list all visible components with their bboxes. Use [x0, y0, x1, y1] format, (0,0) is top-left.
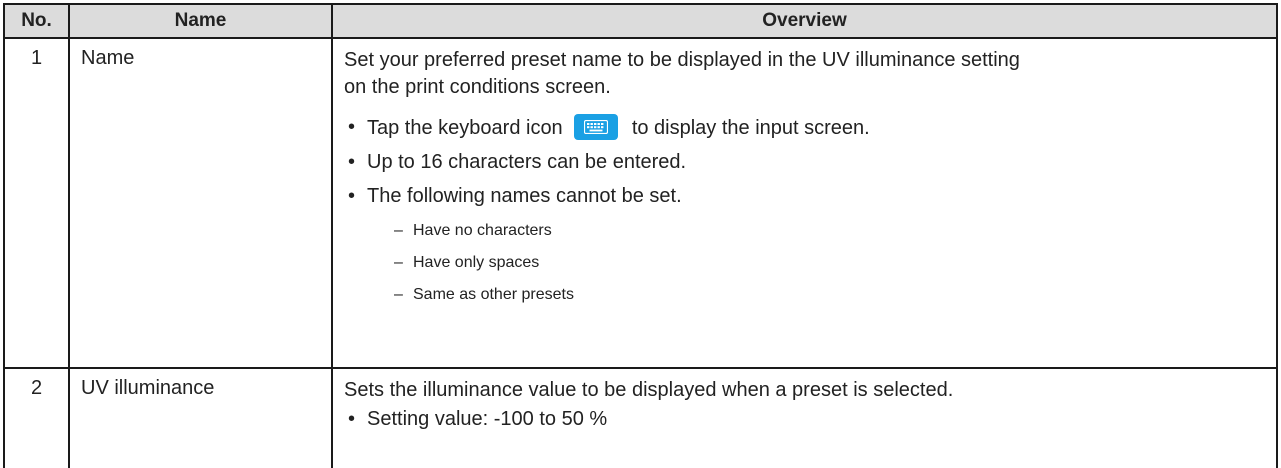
sub-item-text: Same as other presets [413, 286, 574, 303]
row-overview: Sets the illuminance value to be display… [331, 367, 1278, 468]
bullet-text: Up to 16 characters can be entered. [367, 151, 687, 173]
row-name: Name [68, 37, 333, 369]
table-row: 2 UV illuminance Sets the illuminance va… [3, 367, 1278, 468]
bullet-marker: • [348, 408, 356, 430]
settings-table: No. Name Overview 1 Name Set your prefer… [3, 3, 1278, 468]
table-header-row: No. Name Overview [3, 3, 1278, 39]
bullet-text-before: Tap the keyboard icon [367, 117, 563, 139]
row-overview: Set your preferred preset name to be dis… [331, 37, 1278, 369]
bullet-marker: • [348, 185, 356, 207]
overview-text-line1: Set your preferred preset name to be dis… [344, 49, 1020, 71]
list-item: • Up to 16 characters can be entered. [344, 149, 1268, 175]
sub-item-text: Have no characters [413, 222, 552, 239]
sub-item-text: Have only spaces [413, 254, 540, 271]
header-name: Name [68, 3, 333, 39]
sub-list: – Have no characters – Have only spaces … [367, 221, 1268, 305]
header-overview: Overview [331, 3, 1278, 39]
overview-text: Sets the illuminance value to be display… [344, 379, 954, 401]
bullet-marker: • [348, 151, 356, 173]
bullet-marker: • [348, 116, 356, 138]
dash-marker: – [394, 254, 403, 271]
sub-list-item: – Have no characters [390, 221, 1268, 241]
sub-list-item: – Same as other presets [390, 285, 1268, 305]
keyboard-icon [574, 114, 619, 140]
bullet-text: Setting value: -100 to 50 % [367, 408, 608, 430]
overview-text-line2: on the print conditions screen. [344, 76, 611, 98]
row-number: 2 [3, 367, 70, 468]
dash-marker: – [394, 222, 403, 239]
row-number: 1 [3, 37, 70, 369]
bullet-list: • Setting value: -100 to 50 % [344, 406, 1268, 432]
row-name: UV illuminance [68, 367, 333, 468]
dash-marker: – [394, 286, 403, 303]
header-no: No. [3, 3, 70, 39]
bullet-text: The following names cannot be set. [367, 185, 682, 207]
list-item: • Setting value: -100 to 50 % [344, 406, 1268, 432]
list-item: • The following names cannot be set. – H… [344, 183, 1268, 305]
bullet-text-after: to display the input screen. [631, 117, 870, 139]
list-item: • Tap the keyboard icon to display the i… [344, 114, 1268, 141]
bullet-list: • Tap the keyboard icon to display the i… [344, 114, 1268, 305]
sub-list-item: – Have only spaces [390, 253, 1268, 273]
table-row: 1 Name Set your preferred preset name to… [3, 37, 1278, 369]
